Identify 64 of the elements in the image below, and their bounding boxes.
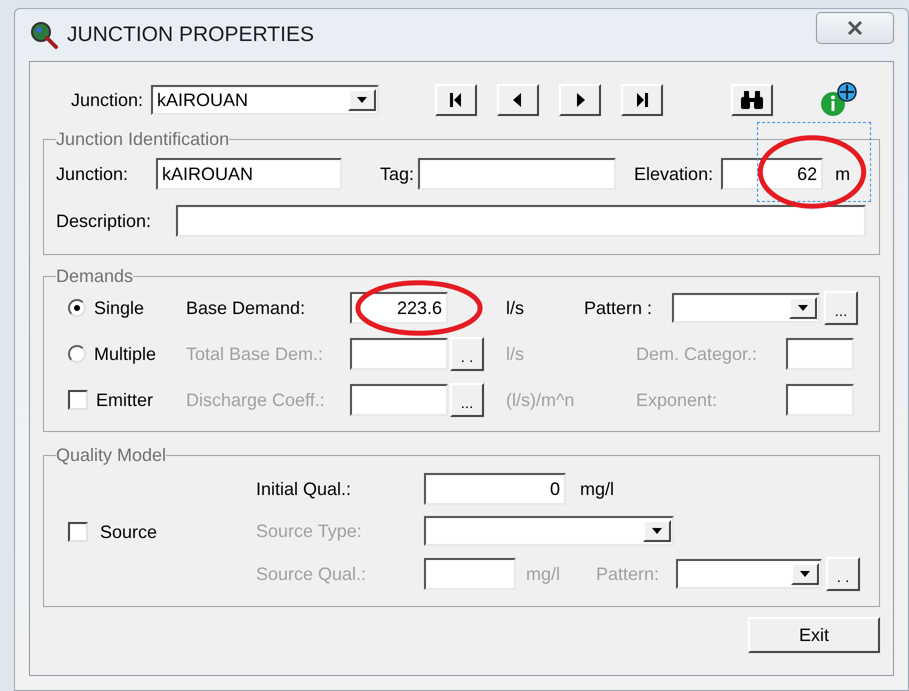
unit-label: l/s xyxy=(506,342,524,366)
input-field[interactable] xyxy=(786,384,854,416)
close-icon xyxy=(846,20,864,36)
junction-id-label: Junction: xyxy=(56,162,130,186)
magnifier-icon xyxy=(29,20,59,50)
option-label: Emitter xyxy=(96,388,154,412)
input-field[interactable] xyxy=(424,558,516,590)
checkbox[interactable] xyxy=(68,390,88,410)
unit-label: m xyxy=(835,162,850,186)
tag-label: Tag: xyxy=(380,162,414,186)
unit-label: mg/l xyxy=(580,478,614,501)
field-label: Exponent: xyxy=(636,388,718,412)
input-field[interactable] xyxy=(176,205,866,237)
source-type-label: Source Type: xyxy=(256,520,363,543)
dropdown-field[interactable]: kAIROUAN xyxy=(151,85,379,115)
elevation-label: Elevation: xyxy=(634,162,714,186)
info-icon[interactable] xyxy=(819,82,859,118)
input-field[interactable]: 223.6 xyxy=(350,292,448,324)
field-label: Discharge Coeff.: xyxy=(186,388,326,412)
option-label: Single xyxy=(94,296,144,320)
navigation-button[interactable] xyxy=(435,84,477,116)
exit-button[interactable]: Exit xyxy=(748,617,880,653)
navigation-button[interactable] xyxy=(621,84,663,116)
pattern-label: Pattern: xyxy=(596,562,660,586)
input-field[interactable]: 62 xyxy=(721,158,824,190)
find-button[interactable] xyxy=(731,84,773,116)
window-title: JUNCTION PROPERTIES xyxy=(67,22,314,48)
unit-label: l/s xyxy=(506,296,524,320)
skip-forward-icon xyxy=(634,92,650,108)
unit-label: mg/l xyxy=(526,562,560,586)
option-label: Multiple xyxy=(94,342,156,366)
pattern-label: Pattern : xyxy=(584,296,654,320)
field-label: Dem. Categor.: xyxy=(636,342,758,366)
group-title: Quality Model xyxy=(56,446,166,464)
group-title: Demands xyxy=(56,267,134,285)
unit-label: (l/s)/m^n xyxy=(506,388,574,412)
field-label: Base Demand: xyxy=(186,296,306,320)
dropdown-field[interactable] xyxy=(676,559,822,589)
browse-button[interactable]: ... xyxy=(824,291,858,325)
dropdown-field[interactable] xyxy=(424,516,674,546)
source-label: Source xyxy=(100,520,158,544)
navigation-button[interactable] xyxy=(559,84,601,116)
skip-back-icon xyxy=(448,92,464,108)
radio-button[interactable] xyxy=(68,299,86,317)
dropdown-arrow-icon xyxy=(652,528,662,534)
dropdown-arrow-icon xyxy=(357,97,367,103)
checkbox[interactable] xyxy=(68,522,88,542)
dropdown-arrow-icon xyxy=(798,305,808,311)
binoculars-icon xyxy=(739,91,765,109)
initial-quality-label: Initial Qual.: xyxy=(256,478,352,500)
description-label: Description: xyxy=(56,210,152,233)
navigation-button[interactable] xyxy=(497,84,539,116)
input-field[interactable]: kAIROUAN xyxy=(156,158,342,190)
input-field[interactable] xyxy=(786,338,854,370)
junction-label: Junction: xyxy=(70,88,144,112)
input-field[interactable] xyxy=(418,158,616,190)
input-field[interactable]: 0 xyxy=(424,473,566,505)
dropdown-field[interactable] xyxy=(672,293,820,323)
dropdown-arrow-icon xyxy=(800,571,810,577)
field-label: Total Base Dem.: xyxy=(186,342,324,366)
source-quality-label: Source Qual.: xyxy=(256,562,368,586)
group-title: Junction Identification xyxy=(56,130,230,148)
close-button[interactable] xyxy=(816,12,894,44)
radio-button[interactable] xyxy=(68,345,86,363)
